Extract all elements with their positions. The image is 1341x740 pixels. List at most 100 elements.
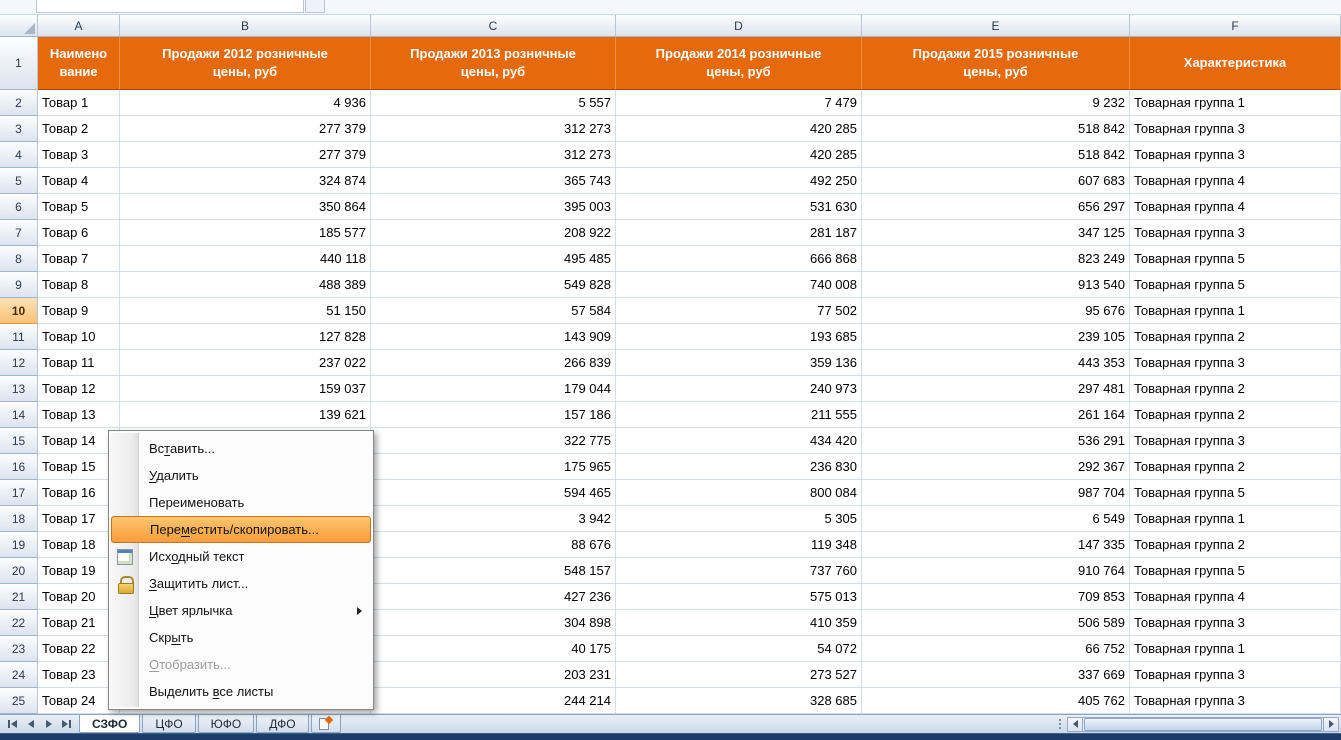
cell-B14[interactable]: 139 621 [120, 402, 371, 428]
menu-item-1[interactable]: Вставить... [111, 435, 371, 462]
cell-C15[interactable]: 322 775 [371, 428, 616, 454]
cell-C14[interactable]: 157 186 [371, 402, 616, 428]
row-header-8[interactable]: 8 [0, 246, 38, 272]
cell-C11[interactable]: 143 909 [371, 324, 616, 350]
cell-B3[interactable]: 277 379 [120, 116, 371, 142]
cell-D17[interactable]: 800 084 [616, 480, 862, 506]
formula-bar-button[interactable] [305, 0, 325, 13]
row-header-10[interactable]: 10 [0, 298, 38, 324]
column-header-B[interactable]: B [120, 15, 371, 37]
table-header-B[interactable]: Продажи 2012 розничные цены, руб [120, 37, 371, 90]
cell-D12[interactable]: 359 136 [616, 350, 862, 376]
cell-B4[interactable]: 277 379 [120, 142, 371, 168]
scroll-left-button[interactable] [1067, 717, 1083, 732]
scrollbar-track[interactable] [1083, 717, 1323, 732]
cell-C4[interactable]: 312 273 [371, 142, 616, 168]
table-header-A[interactable]: Наимено вание [38, 37, 120, 90]
cell-C25[interactable]: 244 214 [371, 688, 616, 714]
cell-F15[interactable]: Товарная группа 3 [1130, 428, 1341, 454]
sheet-tab-СЗФО[interactable]: СЗФО [79, 715, 140, 733]
row-header-12[interactable]: 12 [0, 350, 38, 376]
sheet-tab-ЦФО[interactable]: ЦФО [142, 715, 195, 733]
row-header-5[interactable]: 5 [0, 168, 38, 194]
cell-D15[interactable]: 434 420 [616, 428, 862, 454]
cell-A10[interactable]: Товар 9 [38, 298, 120, 324]
row-header-1[interactable]: 1 [0, 37, 38, 90]
cell-A2[interactable]: Товар 1 [38, 90, 120, 116]
cell-C2[interactable]: 5 557 [371, 90, 616, 116]
menu-item-3[interactable]: Переименовать [111, 489, 371, 516]
cell-E10[interactable]: 95 676 [862, 298, 1130, 324]
table-header-C[interactable]: Продажи 2013 розничные цены, руб [371, 37, 616, 90]
cell-D13[interactable]: 240 973 [616, 376, 862, 402]
menu-item-5[interactable]: Исходный текст [111, 543, 371, 570]
menu-item-8[interactable]: Скрыть [111, 624, 371, 651]
cell-F9[interactable]: Товарная группа 5 [1130, 272, 1341, 298]
row-header-15[interactable]: 15 [0, 428, 38, 454]
cell-E17[interactable]: 987 704 [862, 480, 1130, 506]
row-header-14[interactable]: 14 [0, 402, 38, 428]
scrollbar-thumb[interactable] [1084, 718, 1322, 731]
row-header-17[interactable]: 17 [0, 480, 38, 506]
cell-D7[interactable]: 281 187 [616, 220, 862, 246]
cell-D2[interactable]: 7 479 [616, 90, 862, 116]
cell-C8[interactable]: 495 485 [371, 246, 616, 272]
cell-F13[interactable]: Товарная группа 2 [1130, 376, 1341, 402]
cell-C12[interactable]: 266 839 [371, 350, 616, 376]
cell-E19[interactable]: 147 335 [862, 532, 1130, 558]
cell-F18[interactable]: Товарная группа 1 [1130, 506, 1341, 532]
cell-E14[interactable]: 261 164 [862, 402, 1130, 428]
row-header-13[interactable]: 13 [0, 376, 38, 402]
cell-D11[interactable]: 193 685 [616, 324, 862, 350]
cell-D23[interactable]: 54 072 [616, 636, 862, 662]
row-header-6[interactable]: 6 [0, 194, 38, 220]
cell-A5[interactable]: Товар 4 [38, 168, 120, 194]
cell-F23[interactable]: Товарная группа 1 [1130, 636, 1341, 662]
cell-B5[interactable]: 324 874 [120, 168, 371, 194]
cell-E21[interactable]: 709 853 [862, 584, 1130, 610]
column-header-E[interactable]: E [862, 15, 1130, 37]
cell-B11[interactable]: 127 828 [120, 324, 371, 350]
cell-B7[interactable]: 185 577 [120, 220, 371, 246]
row-header-9[interactable]: 9 [0, 272, 38, 298]
row-header-25[interactable]: 25 [0, 688, 38, 714]
cell-A9[interactable]: Товар 8 [38, 272, 120, 298]
row-header-11[interactable]: 11 [0, 324, 38, 350]
cell-F12[interactable]: Товарная группа 3 [1130, 350, 1341, 376]
cell-A12[interactable]: Товар 11 [38, 350, 120, 376]
cell-E3[interactable]: 518 842 [862, 116, 1130, 142]
cell-D22[interactable]: 410 359 [616, 610, 862, 636]
name-box[interactable] [36, 0, 304, 13]
table-header-D[interactable]: Продажи 2014 розничные цены, руб [616, 37, 862, 90]
cell-E8[interactable]: 823 249 [862, 246, 1130, 272]
cell-D25[interactable]: 328 685 [616, 688, 862, 714]
cell-D21[interactable]: 575 013 [616, 584, 862, 610]
cell-C22[interactable]: 304 898 [371, 610, 616, 636]
cell-F3[interactable]: Товарная группа 3 [1130, 116, 1341, 142]
cell-C5[interactable]: 365 743 [371, 168, 616, 194]
cell-A3[interactable]: Товар 2 [38, 116, 120, 142]
cell-E18[interactable]: 6 549 [862, 506, 1130, 532]
cell-F7[interactable]: Товарная группа 3 [1130, 220, 1341, 246]
cell-A4[interactable]: Товар 3 [38, 142, 120, 168]
cell-F22[interactable]: Товарная группа 3 [1130, 610, 1341, 636]
cell-F17[interactable]: Товарная группа 5 [1130, 480, 1341, 506]
cell-F16[interactable]: Товарная группа 2 [1130, 454, 1341, 480]
row-header-7[interactable]: 7 [0, 220, 38, 246]
cell-F11[interactable]: Товарная группа 2 [1130, 324, 1341, 350]
cell-C13[interactable]: 179 044 [371, 376, 616, 402]
cell-E6[interactable]: 656 297 [862, 194, 1130, 220]
cell-F2[interactable]: Товарная группа 1 [1130, 90, 1341, 116]
cell-A8[interactable]: Товар 7 [38, 246, 120, 272]
cell-E16[interactable]: 292 367 [862, 454, 1130, 480]
cell-C7[interactable]: 208 922 [371, 220, 616, 246]
row-header-19[interactable]: 19 [0, 532, 38, 558]
row-header-24[interactable]: 24 [0, 662, 38, 688]
cell-A7[interactable]: Товар 6 [38, 220, 120, 246]
cell-B2[interactable]: 4 936 [120, 90, 371, 116]
cell-A13[interactable]: Товар 12 [38, 376, 120, 402]
cell-F4[interactable]: Товарная группа 3 [1130, 142, 1341, 168]
cell-D19[interactable]: 119 348 [616, 532, 862, 558]
cell-D20[interactable]: 737 760 [616, 558, 862, 584]
cell-E4[interactable]: 518 842 [862, 142, 1130, 168]
